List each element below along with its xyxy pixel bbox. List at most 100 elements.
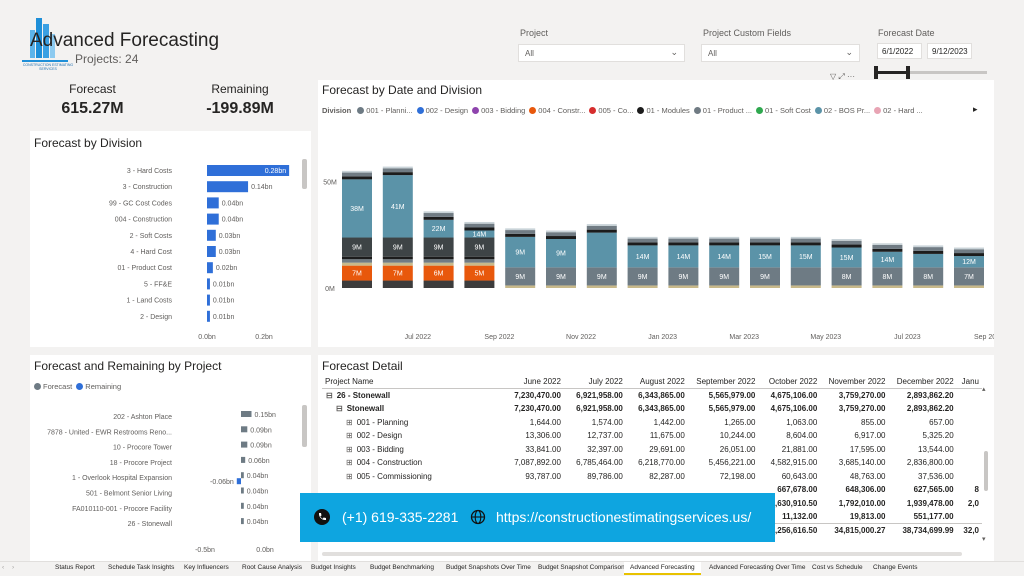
tab[interactable]: Budget Snapshot Comparison [538, 564, 625, 571]
date-end-input[interactable]: 9/12/2023 [927, 43, 972, 59]
expand-toggle-icon[interactable]: ⊞ [346, 418, 353, 427]
tab[interactable]: Status Report [55, 564, 95, 571]
date-slider-end-handle[interactable] [906, 66, 910, 79]
value-cell: 4,675,106.00 [770, 404, 818, 414]
column-header[interactable]: December 2022 [888, 375, 956, 389]
value-cell: 6,921,958.00 [576, 391, 623, 400]
row-label: Stonewall [346, 404, 385, 414]
value-cell: 19,813.00 [849, 512, 886, 521]
value-cell: 48,763.00 [849, 471, 886, 481]
stacked-bar-segment [423, 256, 454, 260]
segment-label: 9M [679, 274, 689, 281]
stacked-bar-segment [790, 285, 821, 288]
value-cell: 4,582,915.00 [770, 458, 818, 468]
segment-label: 9M [638, 274, 648, 281]
expand-toggle-icon[interactable]: ⊞ [346, 472, 353, 481]
tab-prev-icon[interactable]: ‹ [2, 564, 4, 571]
tab[interactable]: Root Cause Analysis [242, 564, 302, 571]
row-label-cell: ⊟ 26 - Stonewall [322, 389, 502, 403]
forecast-bar [241, 502, 244, 509]
stacked-bar-segment [586, 225, 617, 230]
remaining-chart: 202 - Ashton Place 0.15bn 7878 - United - … [47, 411, 277, 554]
tab[interactable]: Advanced Forecasting Over Time [709, 564, 805, 571]
segment-label: 8M [923, 274, 933, 281]
expand-toggle-icon[interactable]: ⊟ [336, 404, 343, 413]
division-category-label: 01 - Product Cost [118, 265, 173, 272]
tab-next-icon[interactable]: › [12, 564, 14, 571]
date-start-input[interactable]: 6/1/2022 [877, 43, 922, 59]
stacked-bar-segment [464, 256, 495, 260]
value-cell: 10,244.00 [719, 431, 756, 441]
chevron-down-icon: ⌄ [670, 47, 678, 57]
scrollbar[interactable] [302, 159, 307, 189]
division-bar [207, 197, 219, 209]
stacked-bar-segment [464, 223, 495, 228]
website-link[interactable]: https://constructionestimatingservices.u… [496, 509, 751, 525]
stacked-bar-segment [342, 256, 372, 260]
value-cell: 89,786.00 [587, 471, 623, 481]
division-bar-label: 0.14bn [251, 184, 273, 191]
segment-label: 9M [352, 245, 362, 252]
division-bar [207, 294, 210, 306]
stacked-bar-segment [464, 262, 495, 266]
division-category-label: 99 - GC Cost Codes [109, 200, 173, 207]
column-header[interactable]: Janu [957, 375, 982, 389]
division-x-tick: 0.2bn [255, 334, 273, 341]
project-dropdown[interactable]: All ⌄ [518, 44, 685, 62]
tab[interactable]: Schedule Task Insights [108, 564, 174, 571]
scroll-down-icon[interactable]: ▾ [982, 535, 986, 543]
division-bar-label: 0.03bn [219, 249, 241, 256]
stacked-bar-segment [831, 240, 862, 245]
column-header[interactable]: September 2022 [688, 375, 759, 389]
tab[interactable]: Budget Benchmarking [370, 564, 434, 571]
total-cell: 34,815,000.27 [834, 526, 886, 535]
column-header[interactable]: Project Name [322, 375, 502, 389]
column-header[interactable]: November 2022 [820, 375, 888, 389]
stacked-bar-segment [954, 247, 984, 250]
stacked-bar-segment [382, 256, 413, 260]
date-slider-range [877, 71, 909, 74]
phone-link[interactable]: (+1) 619-335-2281 [342, 509, 458, 525]
tab[interactable]: Budget Insights [311, 564, 356, 571]
division-bar-label: 0.01bn [213, 298, 235, 305]
stacked-bar-segment [546, 232, 576, 237]
tab[interactable]: Budget Snapshots Over Time [446, 564, 531, 571]
stacked-bar-segment [382, 262, 413, 266]
date-slider-start-handle[interactable] [874, 66, 878, 79]
remaining-panel: Forecast and Remaining by Project Foreca… [30, 355, 311, 561]
tab[interactable]: Key Influencers [184, 564, 229, 571]
value-cell: 657.00 [929, 417, 954, 427]
h-scrollbar[interactable] [322, 552, 962, 556]
x-tick-label: Nov 2022 [566, 334, 596, 341]
value-cell: 2,893,862.20 [906, 391, 954, 400]
value-cell: 5,456,221.00 [708, 458, 756, 468]
scroll-up-icon[interactable]: ▴ [982, 385, 986, 393]
row-label: 004 - Construction [356, 458, 423, 468]
tab[interactable]: Cost vs Schedule [812, 564, 863, 571]
project-category-label: 10 - Procore Tower [113, 445, 173, 452]
column-header[interactable]: June 2022 [502, 375, 564, 389]
stacked-bar-segment [586, 224, 617, 226]
stacked-bar-segment [709, 242, 740, 246]
value-cell: 551,177.00 [913, 512, 954, 521]
stacked-bar-segment [790, 238, 821, 243]
custom-fields-dropdown[interactable]: All ⌄ [701, 44, 860, 62]
tab[interactable]: Advanced Forecasting [624, 562, 701, 575]
expand-toggle-icon[interactable]: ⊟ [326, 391, 333, 400]
column-header[interactable]: August 2022 [626, 375, 688, 389]
project-category-label: 26 - Stonewall [128, 521, 173, 528]
value-cell: 2,836,800.00 [906, 458, 954, 468]
column-header[interactable]: October 2022 [758, 375, 820, 389]
scrollbar[interactable] [302, 405, 307, 447]
division-category-label: 1 - Land Costs [126, 298, 172, 305]
segment-label: 9M [556, 274, 566, 281]
table-row: ⊞ 001 - Planning 1,644.00 1,574.00 1,442.00 1… [322, 416, 982, 430]
tab[interactable]: Change Events [873, 564, 917, 571]
value-cell: 3,759,270.00 [838, 404, 886, 414]
expand-toggle-icon[interactable]: ⊞ [346, 458, 353, 467]
forecast-bar-label: 0.15bn [255, 412, 277, 419]
expand-toggle-icon[interactable]: ⊞ [346, 445, 353, 454]
scrollbar[interactable] [984, 451, 988, 491]
expand-toggle-icon[interactable]: ⊞ [346, 431, 353, 440]
column-header[interactable]: July 2022 [564, 375, 626, 389]
